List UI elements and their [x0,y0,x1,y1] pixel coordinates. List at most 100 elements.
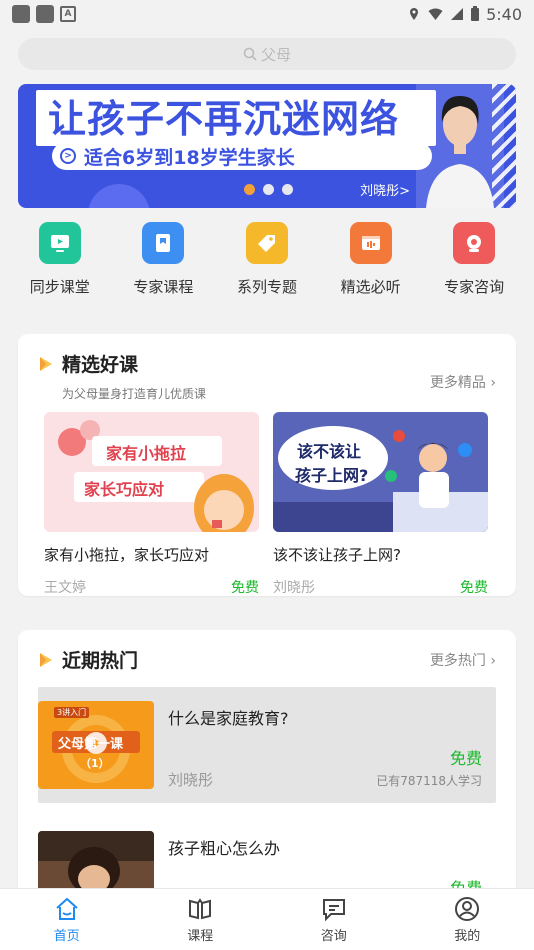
thumbnail-text: 家长巧应对 [84,480,165,499]
status-time: 5:40 [486,4,522,24]
quicknav-series-topic[interactable]: 系列专题 [219,222,315,297]
thumbnail-text: 孩子上网? [295,466,369,485]
thumbnail-text: （1） [80,757,110,770]
tab-mine[interactable]: 我的 [401,889,534,950]
search-placeholder: 父母 [260,45,291,64]
tab-courses[interactable]: 课程 [134,889,268,950]
course-meta: 刘晓彤 免费 [273,577,488,597]
quick-nav: 同步课堂 专家课程 系列专题 精选必听 专家咨询 [0,222,534,297]
course-price: 免费 [460,580,488,596]
tab-label: 课程 [187,928,214,944]
status-notifications: A [12,5,76,23]
status-bar: A 5:40 [0,0,534,28]
audio-icon [349,222,392,264]
quicknav-featured-audio[interactable]: 精选必听 [323,222,419,297]
quicknav-label: 专家咨询 [444,278,505,296]
quicknav-label: 同步课堂 [29,278,90,296]
notification-icon [12,5,30,23]
user-icon [455,896,480,921]
tab-label: 咨询 [320,928,347,944]
banner-decoration [88,184,150,208]
chat-icon [322,898,345,921]
wifi-icon [428,8,443,20]
course-price: 免费 [231,580,259,596]
bottom-tab-bar: 首页 课程 咨询 我的 [0,888,534,950]
thumbnail-text: 该不该让 [297,442,362,461]
featured-card: 精选好课 为父母量身打造育儿优质课 更多精品 › 家有小拖拉 家长巧应对 家有小… [18,334,516,596]
course-teacher: 刘晓彤 [273,580,315,596]
search-icon [243,47,257,61]
course-teacher: 王文婷 [44,580,86,596]
quicknav-label: 精选必听 [340,278,401,296]
quicknav-label: 专家课程 [133,278,194,296]
course-card[interactable]: 该不该让 孩子上网? 该不该让孩子上网? 刘晓彤 免费 [273,412,488,597]
promo-banner[interactable]: 让孩子不再沉迷网络 > 适合6岁到18岁学生家长 刘晓彤> [18,84,516,208]
play-flag-icon [40,356,52,371]
chevron-right-icon: › [490,375,496,391]
course-thumbnail: 家有小拖拉 家长巧应对 [44,412,259,532]
hot-item-body: 什么是家庭教育? 免费 刘晓彤 已有787118人学习 [168,701,496,803]
hot-item-learners: 已有787118人学习 [376,774,482,788]
featured-title: 精选好课 [62,354,139,376]
featured-heading: 精选好课 为父母量身打造育儿优质课 [38,350,206,402]
featured-subtitle: 为父母量身打造育儿优质课 [62,387,207,401]
tab-consult[interactable]: 咨询 [267,889,401,950]
banner-subtitle: 适合6岁到18岁学生家长 [84,146,295,169]
chevron-right-icon: › [490,653,496,669]
hot-heading: 近期热门 [38,646,138,673]
hot-item-teacher: 刘晓彤 [168,771,214,789]
location-icon [410,8,419,20]
hot-header: 近期热门 更多热门 › [18,630,516,673]
hot-item-title: 什么是家庭教育? [168,709,289,728]
tab-label: 首页 [53,928,80,944]
thumbnail-text: 父母第一课 [58,737,124,752]
status-indicators: 5:40 [407,5,522,24]
play-flag-icon [40,652,52,667]
camera-icon [453,222,496,264]
hot-item-price: 免费 [449,749,482,768]
hot-list-item[interactable]: 3讲入门 父母第一课 （1） 什么是家庭教育? 免费 刘晓彤 已有787118人… [38,687,496,803]
hot-more-link[interactable]: 更多热门 › [430,650,496,670]
quicknav-label: 系列专题 [236,278,297,296]
banner-dot[interactable] [263,184,274,195]
more-label: 更多热门 [429,653,486,669]
bookmark-icon [142,222,185,264]
banner-title: 让孩子不再沉迷网络 [48,97,400,141]
book-icon [189,897,212,919]
search-input[interactable]: 父母 [18,38,516,70]
more-label: 更多精品 [429,375,486,391]
hot-thumbnail: 3讲入门 父母第一课 （1） [38,701,154,789]
banner-dot[interactable] [244,184,255,195]
course-meta: 王文婷 免费 [44,577,259,597]
chevron-right-icon: > [60,148,76,164]
tab-label: 我的 [454,928,481,944]
quicknav-expert-consult[interactable]: 专家咨询 [426,222,522,297]
thumbnail-text: 家有小拖拉 [106,444,187,463]
course-name: 家有小拖拉，家长巧应对 [44,546,210,564]
tag-icon [245,222,288,264]
banner-dot[interactable] [282,184,293,195]
banner-pagination [244,184,293,195]
banner-person-name: 刘晓彤> [360,184,410,199]
tab-home[interactable]: 首页 [0,889,134,950]
quicknav-expert-course[interactable]: 专家课程 [115,222,211,297]
featured-header: 精选好课 为父母量身打造育儿优质课 更多精品 › [18,334,516,402]
featured-more-link[interactable]: 更多精品 › [430,372,496,392]
course-card[interactable]: 家有小拖拉 家长巧应对 家有小拖拉，家长巧应对 王文婷 免费 [44,412,259,597]
banner-subtitle-pill: > 适合6岁到18岁学生家长 [52,142,432,170]
course-thumbnail: 该不该让 孩子上网? [273,412,488,532]
thumbnail-tag: 3讲入门 [54,707,90,718]
tv-icon [38,222,81,264]
quicknav-sync-class[interactable]: 同步课堂 [12,222,108,297]
hot-title: 近期热门 [62,650,139,672]
search-bar: 父母 [0,28,534,70]
banner-person-image [416,84,504,208]
featured-course-list: 家有小拖拉 家长巧应对 家有小拖拉，家长巧应对 王文婷 免费 该不该让 孩子上网… [18,402,516,597]
battery-icon [471,6,480,21]
notification-icon [36,5,54,23]
signal-icon [451,8,464,20]
notification-a-icon: A [60,6,76,22]
hot-card: 近期热门 更多热门 › 3讲入门 父母第一课 （1） 什么是家庭教育? 免费 刘… [18,630,516,930]
home-icon [56,897,78,920]
hot-item-title: 孩子粗心怎么办 [168,839,281,858]
